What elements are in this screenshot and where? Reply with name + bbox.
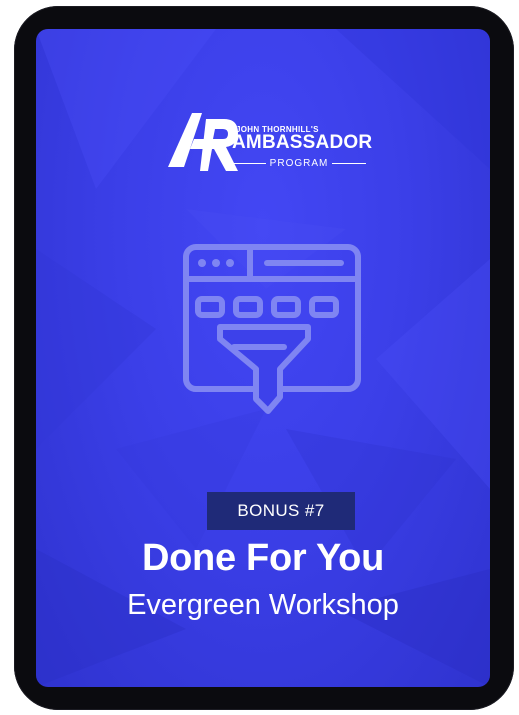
logo-subline: PROGRAM	[269, 157, 329, 169]
logo-wordmark: AMBASSADOR	[232, 132, 373, 153]
bonus-badge-label: BONUS #7	[237, 501, 325, 520]
browser-funnel-icon	[183, 244, 361, 414]
bonus-cover: JOHN THORNHILL'S AMBASSADOR PROGRAM BONU…	[36, 29, 490, 687]
cover-title: Done For You	[142, 537, 384, 579]
tablet-frame: JOHN THORNHILL'S AMBASSADOR PROGRAM BONU…	[14, 6, 514, 710]
logo-rule-left	[232, 162, 266, 164]
logo-sub-row: PROGRAM	[232, 157, 367, 169]
logo-rule-right	[332, 162, 367, 164]
ambassador-program-logo: JOHN THORNHILL'S AMBASSADOR PROGRAM	[166, 105, 372, 185]
cover-subtitle: Evergreen Workshop	[127, 589, 399, 621]
bonus-badge: BONUS #7	[207, 492, 355, 530]
